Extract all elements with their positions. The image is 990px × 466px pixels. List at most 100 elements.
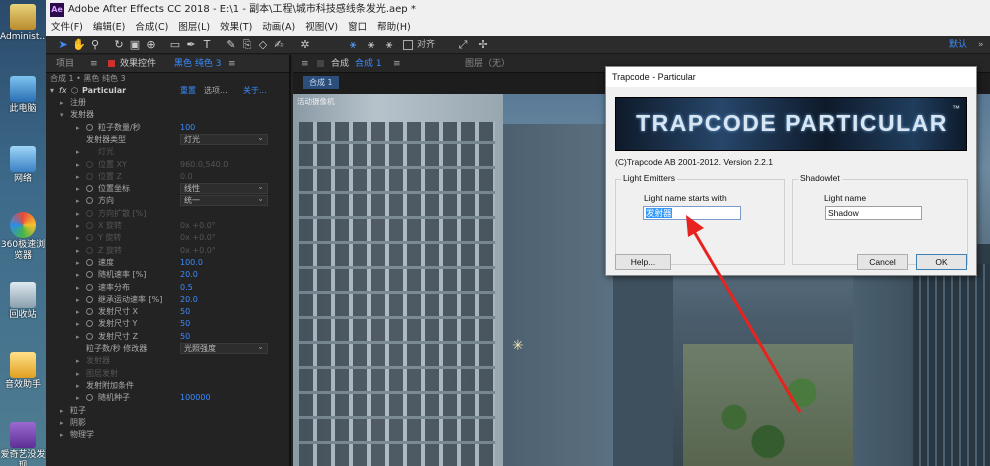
- puppet-tool-icon[interactable]: ✲: [298, 38, 312, 52]
- desktop-icon-iqiyi[interactable]: 爱奇艺没发现: [0, 422, 46, 466]
- eraser-tool-icon[interactable]: ◇: [256, 38, 270, 52]
- menu-file[interactable]: 文件(F): [46, 20, 88, 36]
- tab-layer[interactable]: 图层（无）: [465, 55, 510, 73]
- pen-tool-icon[interactable]: ✒: [184, 38, 198, 52]
- rotate-tool-icon[interactable]: ↻: [112, 38, 126, 52]
- property-row[interactable]: ▸ 方向扩散 [%]: [46, 208, 289, 220]
- menu-composition[interactable]: 合成(C): [130, 20, 173, 36]
- property-row[interactable]: ▸ 继承运动速率 [%] 20.0: [46, 294, 289, 306]
- comp-chip[interactable]: 合成 1: [303, 76, 339, 89]
- property-row[interactable]: ▸ 图层发射: [46, 368, 289, 380]
- particles-modifier-dropdown[interactable]: 光照强度: [180, 342, 268, 354]
- about-link[interactable]: 关于...: [243, 85, 267, 97]
- selection-tool-icon[interactable]: ➤: [56, 38, 70, 52]
- breadcrumb: 合成 1 • 黑色 纯色 3: [50, 74, 126, 83]
- tab-project[interactable]: 项目: [56, 55, 74, 73]
- trademark-mark: ™: [952, 104, 960, 113]
- tab-menu-icon[interactable]: ≡: [393, 55, 401, 73]
- property-row[interactable]: 发射器类型 灯光: [46, 133, 289, 146]
- help-button[interactable]: Help...: [615, 254, 671, 270]
- zoom-tool-icon[interactable]: ⚲: [88, 38, 102, 52]
- emitter-type-dropdown[interactable]: 灯光: [180, 133, 268, 145]
- property-row[interactable]: ▸ 粒子数量/秒 100: [46, 122, 289, 134]
- property-row[interactable]: ▸ 速度 100.0: [46, 257, 289, 269]
- light-name-selected-text: 发射器: [646, 208, 672, 218]
- clone-stamp-tool-icon[interactable]: ⎘: [240, 38, 254, 52]
- property-row[interactable]: ▸ Y 旋转 0x +0.0°: [46, 232, 289, 244]
- property-row[interactable]: ▸ 位置 Z 0.0: [46, 171, 289, 183]
- menu-edit[interactable]: 编辑(E): [88, 20, 130, 36]
- tab-composition[interactable]: 合成: [331, 55, 349, 73]
- tab-menu-icon[interactable]: ≡: [228, 55, 236, 73]
- property-row[interactable]: ▸ 速率分布 0.5: [46, 282, 289, 294]
- property-row[interactable]: ▸ 物理学: [46, 429, 289, 441]
- shadow-name-input[interactable]: Shadow: [825, 206, 922, 220]
- expand-triangle-icon[interactable]: ▾: [50, 85, 54, 97]
- tab-composition-name[interactable]: 合成 1: [355, 55, 382, 73]
- local-axis-icon[interactable]: ⚹: [346, 38, 360, 52]
- pan-behind-tool-icon[interactable]: ⊕: [144, 38, 158, 52]
- position-coords-dropdown[interactable]: 线性: [180, 182, 268, 195]
- property-row[interactable]: ▸ 发射尺寸 Y 50: [46, 318, 289, 330]
- desktop-icon-recycle-bin[interactable]: 回收站: [0, 282, 46, 321]
- effect-header: ▾ fx ⬡ Particular 重置 选项... 关于...: [46, 85, 289, 97]
- world-axis-icon[interactable]: ⚹: [364, 38, 378, 52]
- tab-close-icon[interactable]: ≡: [90, 55, 98, 73]
- workspace-default[interactable]: 默认: [949, 36, 967, 54]
- snapping-checkbox[interactable]: [403, 40, 413, 50]
- camera-tool-icon[interactable]: ▣: [128, 38, 142, 52]
- menu-window[interactable]: 窗口: [343, 20, 372, 36]
- property-row[interactable]: ▸ 发射附加条件: [46, 380, 289, 392]
- snap-edge-icon[interactable]: ✢: [476, 38, 490, 52]
- property-row[interactable]: ▸ 发射尺寸 Z 50: [46, 331, 289, 343]
- property-row[interactable]: ▸ 阴影: [46, 417, 289, 429]
- light-name-input[interactable]: 发射器: [643, 206, 741, 220]
- workspace-menu-icon[interactable]: »: [978, 36, 984, 54]
- text-tool-icon[interactable]: T: [200, 38, 214, 52]
- ok-button[interactable]: OK: [916, 254, 967, 270]
- property-row[interactable]: ▸ 位置坐标 线性: [46, 182, 289, 195]
- cancel-button[interactable]: Cancel: [857, 254, 908, 270]
- desktop-icon-admin[interactable]: Administ...: [0, 4, 48, 43]
- computer-icon: [10, 76, 36, 102]
- property-row[interactable]: ▸ 注册: [46, 97, 289, 109]
- roto-brush-tool-icon[interactable]: ✍: [272, 38, 286, 52]
- property-row[interactable]: ▸ 粒子: [46, 405, 289, 417]
- direction-dropdown[interactable]: 统一: [180, 194, 268, 207]
- tab-effect-target[interactable]: 黑色 纯色 3: [174, 55, 221, 73]
- property-row[interactable]: ▸ 随机速率 [%] 20.0: [46, 269, 289, 281]
- options-link[interactable]: 选项...: [204, 85, 228, 97]
- property-row[interactable]: ▸ 方向 统一: [46, 194, 289, 207]
- property-row[interactable]: ▾ 发射器: [46, 109, 289, 121]
- tab-effect-controls[interactable]: 效果控件: [120, 55, 156, 73]
- menu-animation[interactable]: 动画(A): [257, 20, 300, 36]
- property-row[interactable]: ▸ 发射尺寸 X 50: [46, 306, 289, 318]
- property-row[interactable]: ▸ 位置 XY 960.0,540.0: [46, 159, 289, 171]
- light-emitter-icon[interactable]: ✳: [512, 338, 524, 354]
- property-row[interactable]: ▸ 随机种子 100000: [46, 392, 289, 404]
- desktop-icon-audio[interactable]: 音效助手: [0, 352, 46, 391]
- fx-icon[interactable]: fx: [59, 85, 67, 97]
- view-axis-icon[interactable]: ⚹: [382, 38, 396, 52]
- menu-bar: 文件(F) 编辑(E) 合成(C) 图层(L) 效果(T) 动画(A) 视图(V) 窗口 帮助(…: [46, 20, 990, 36]
- property-row[interactable]: ▸ X 旋转 0x +0.0°: [46, 220, 289, 232]
- lock-indicator-icon: [317, 60, 324, 67]
- hand-tool-icon[interactable]: ✋: [72, 38, 86, 52]
- menu-layer[interactable]: 图层(L): [173, 20, 215, 36]
- desktop-icon-360-browser[interactable]: 360极速浏览器: [0, 212, 46, 262]
- copyright-text: (C)Trapcode AB 2001-2012. Version 2.2.1: [615, 157, 773, 167]
- menu-view[interactable]: 视图(V): [300, 20, 343, 36]
- menu-effect[interactable]: 效果(T): [215, 20, 257, 36]
- property-row[interactable]: ▸ Z 旋转 0x +0.0°: [46, 245, 289, 257]
- property-row[interactable]: ▸ 发射器: [46, 355, 289, 367]
- desktop-icon-this-pc[interactable]: 此电脑: [0, 76, 46, 115]
- tab-menu-icon[interactable]: ≡: [301, 55, 309, 73]
- snap-option-icon[interactable]: ⤢: [456, 38, 470, 52]
- menu-help[interactable]: 帮助(H): [372, 20, 416, 36]
- property-row[interactable]: 粒子数/秒 修改器 光照强度: [46, 342, 289, 355]
- reset-link[interactable]: 重置: [180, 85, 196, 97]
- shape-tool-icon[interactable]: ▭: [168, 38, 182, 52]
- brush-tool-icon[interactable]: ✎: [224, 38, 238, 52]
- desktop-icon-network[interactable]: 网络: [0, 146, 46, 185]
- property-row[interactable]: ▸ 灯光: [46, 146, 289, 158]
